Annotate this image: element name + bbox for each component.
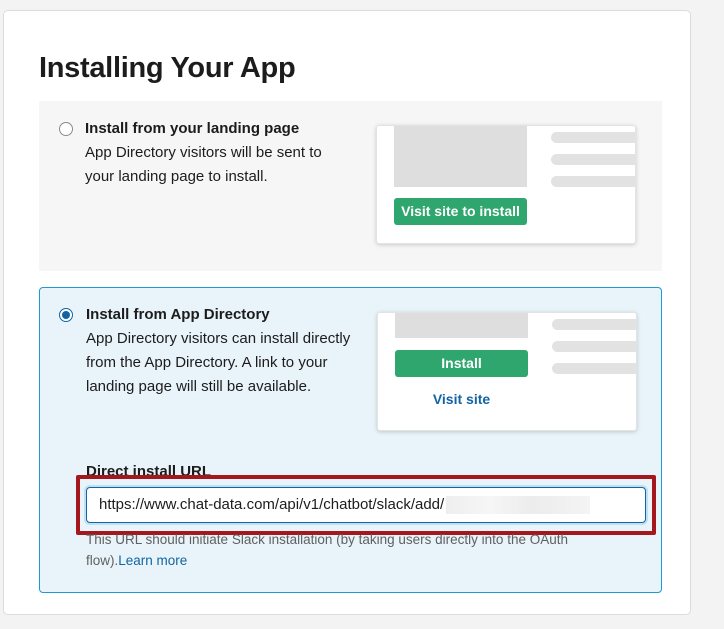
- page-title: Installing Your App: [39, 52, 296, 84]
- preview-image-placeholder: [394, 126, 527, 187]
- app-directory-text: Install from App Directory App Directory…: [86, 303, 351, 399]
- install-settings-card: Installing Your App Install from your la…: [3, 10, 691, 615]
- preview-text-line: [552, 341, 636, 352]
- landing-page-radio[interactable]: [59, 122, 73, 136]
- preview-visit-site-link: Visit site: [395, 385, 528, 413]
- preview-text-line: [551, 154, 635, 165]
- app-directory-preview: Install Visit site: [377, 312, 637, 431]
- app-directory-description: App Directory visitors can install direc…: [86, 330, 351, 395]
- preview-image-placeholder: [395, 313, 528, 338]
- app-directory-heading: Install from App Directory: [86, 306, 270, 323]
- landing-page-heading: Install from your landing page: [85, 120, 300, 137]
- preview-text-line: [552, 363, 636, 374]
- preview-install-button: Install: [395, 350, 528, 377]
- app-directory-radio[interactable]: [59, 308, 73, 322]
- preview-text-line: [551, 176, 635, 187]
- learn-more-link[interactable]: Learn more: [118, 553, 187, 568]
- option-landing-page[interactable]: Install from your landing page App Direc…: [39, 101, 662, 271]
- landing-page-text: Install from your landing page App Direc…: [85, 117, 350, 189]
- option-app-directory[interactable]: Install from App Directory App Directory…: [39, 287, 662, 593]
- landing-page-description: App Directory visitors will be sent to y…: [85, 144, 322, 185]
- landing-page-preview: Visit site to install: [376, 125, 636, 244]
- direct-install-help-text: This URL should initiate Slack installat…: [86, 529, 616, 571]
- preview-text-line: [552, 319, 636, 330]
- preview-visit-site-to-install-button: Visit site to install: [394, 198, 527, 225]
- preview-text-line: [551, 132, 635, 143]
- red-highlight-box: [76, 475, 656, 535]
